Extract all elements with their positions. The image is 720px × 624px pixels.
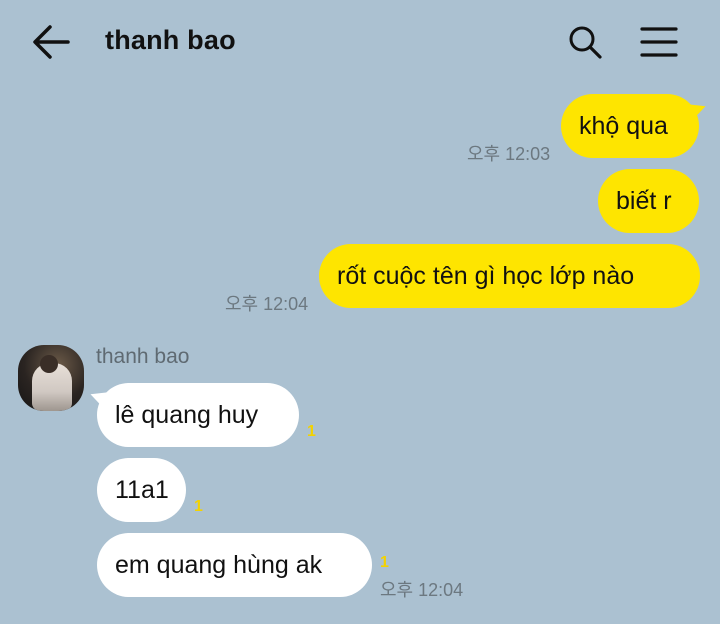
unread-count: 1 [194,498,203,515]
message-time: 오후 12:04 [380,580,464,600]
sender-name: thanh bao [96,345,190,368]
outgoing-message[interactable]: biết r [598,169,699,233]
unread-count: 1 [307,423,316,440]
search-button[interactable] [562,20,608,64]
message-time: 오후 12:04 [225,294,309,314]
incoming-message[interactable]: lê quang huy [97,383,299,447]
outgoing-message[interactable]: rốt cuộc tên gì học lớp nào [319,244,700,308]
back-button[interactable] [22,20,78,64]
message-text: rốt cuộc tên gì học lớp nào [337,261,635,290]
search-icon [569,26,602,59]
message-text: 11a1 [115,475,169,504]
message-time: 오후 12:03 [467,144,551,164]
unread-count: 1 [380,554,389,571]
back-arrow-icon [33,25,70,59]
message-text: khộ qua [579,111,668,140]
menu-button[interactable] [634,20,684,64]
outgoing-message[interactable]: khộ qua [561,94,699,158]
message-text: biết r [616,186,672,215]
avatar[interactable] [18,345,84,411]
message-text: em quang hùng ak [115,550,323,579]
incoming-message[interactable]: em quang hùng ak [97,533,372,597]
chat-header: thanh bao [0,0,720,84]
incoming-message[interactable]: 11a1 [97,458,186,522]
chat-title: thanh bao [105,25,236,55]
message-text: lê quang huy [115,400,259,429]
hamburger-menu-icon [640,27,678,57]
